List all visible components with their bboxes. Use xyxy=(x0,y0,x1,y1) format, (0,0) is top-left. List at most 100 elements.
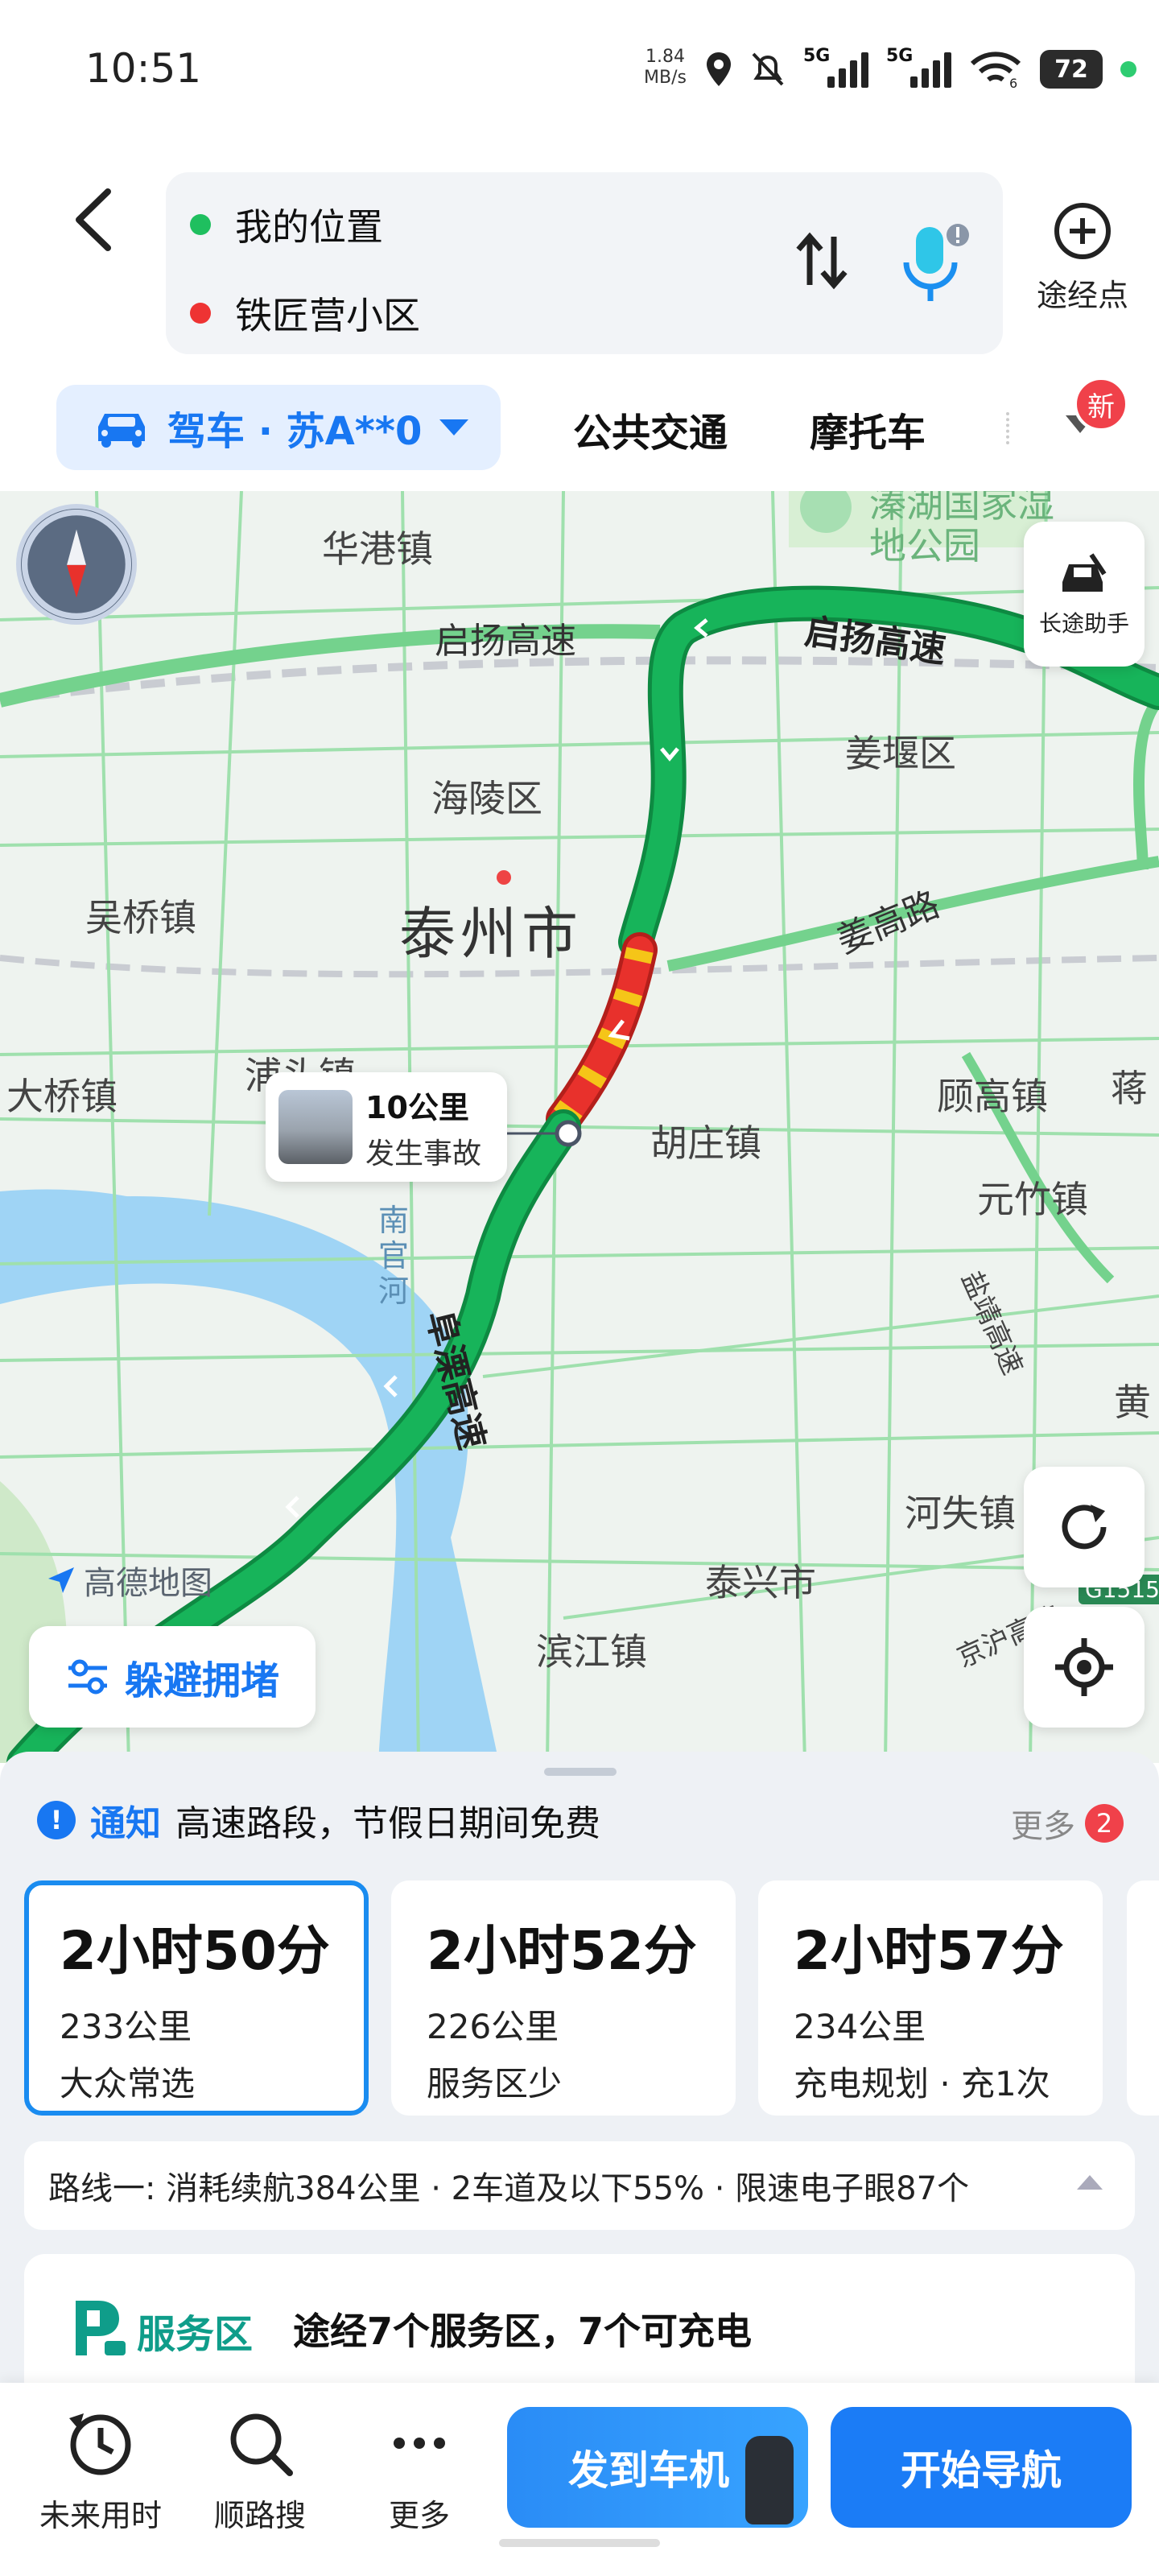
wifi-icon: 6 xyxy=(970,52,1021,88)
send-to-car-label: 发到车机 xyxy=(568,2447,729,2494)
map-label-binjiang: 滨江镇 xyxy=(536,1630,647,1674)
locate-me-button[interactable] xyxy=(1024,1607,1145,1728)
map-label-gugao: 顾高镇 xyxy=(937,1075,1048,1118)
status-icons: 5G 5G 6 72 xyxy=(705,45,1136,93)
locate-icon xyxy=(1055,1638,1113,1696)
compass-icon[interactable] xyxy=(16,504,137,625)
signal-1-icon: 5G xyxy=(803,46,868,88)
more-options-label: 更多 xyxy=(388,2498,450,2533)
route-option-duration: 2小时52分 xyxy=(427,1920,697,1982)
route-option-3[interactable]: 2小时57分 234公里 充电规划 · 充1次 xyxy=(758,1880,1103,2116)
notice-text: 高速路段，节假日期间免费 xyxy=(175,1803,600,1844)
incident-thumbnail xyxy=(278,1090,353,1164)
destination-text: 铁匠营小区 xyxy=(235,294,420,337)
service-area-icon xyxy=(76,2301,126,2355)
avoid-congestion-label: 躲避拥堵 xyxy=(124,1658,279,1703)
send-to-car-button[interactable]: 发到车机 xyxy=(507,2407,808,2528)
refresh-route-button[interactable] xyxy=(1024,1467,1145,1587)
location-icon xyxy=(707,52,731,86)
clock-icon xyxy=(69,2413,131,2475)
map-label-daqiao: 大桥镇 xyxy=(6,1075,118,1118)
origin-text: 我的位置 xyxy=(235,205,383,249)
city-center-poi xyxy=(497,870,511,885)
car-icon xyxy=(98,414,145,448)
sheet-drag-handle[interactable] xyxy=(544,1768,617,1776)
long-trip-assistant-button[interactable]: 长途助手 xyxy=(1024,522,1145,667)
map-label-huagang: 华港镇 xyxy=(322,527,433,571)
future-time-button[interactable]: 未来用时 xyxy=(24,2407,177,2535)
future-time-label: 未来用时 xyxy=(39,2498,162,2533)
map-label-wuqiao: 吴桥镇 xyxy=(85,896,196,939)
map-label-heshi: 河失镇 xyxy=(905,1492,1016,1535)
notice-tag: 通知 xyxy=(90,1803,161,1844)
sim2-label: 5G xyxy=(886,46,914,66)
long-trip-label: 长途助手 xyxy=(1038,610,1129,637)
highway-east-link xyxy=(1133,696,1159,870)
map-label-huang: 黄 xyxy=(1114,1381,1151,1424)
origin-dot-icon xyxy=(190,214,211,235)
amap-arrow-icon xyxy=(48,1567,74,1593)
car-head-unit-icon xyxy=(745,2436,794,2524)
incident-marker[interactable] xyxy=(555,1120,582,1147)
route-option-tag: 大众常选 xyxy=(60,2064,196,2103)
route-option-duration: 2小时57分 xyxy=(794,1920,1064,1982)
map-label-yuanzhu: 元竹镇 xyxy=(977,1178,1088,1221)
privacy-dot xyxy=(1120,61,1136,77)
mute-bell-icon xyxy=(752,52,784,86)
add-waypoint-button[interactable]: 途经点 xyxy=(1022,203,1143,315)
tab-divider xyxy=(1006,412,1011,444)
destination-row[interactable]: 铁匠营小区 xyxy=(190,287,420,340)
origin-row[interactable]: 我的位置 xyxy=(190,198,383,251)
net-speed: 1.84 MB/s xyxy=(644,47,687,89)
route-summary-text: 路线一: 消耗续航384公里 · 2车道及以下55% · 限速电子眼87个 xyxy=(48,2170,970,2207)
more-dots-icon xyxy=(394,2438,445,2449)
amap-logo-text: 高德地图 xyxy=(84,1565,212,1602)
long-trip-icon xyxy=(1062,553,1107,592)
route-option-duration: 2小时50分 xyxy=(60,1920,330,1982)
destination-dot-icon xyxy=(190,303,211,324)
battery-icon: 72 xyxy=(1040,50,1103,89)
notice-bar[interactable]: ! 通知 高速路段，节假日期间免费 更多 2 xyxy=(37,1792,1124,1848)
amap-logo: 高德地图 xyxy=(45,1557,212,1604)
service-area-tag: 服务区 xyxy=(137,2312,254,2357)
incident-callout[interactable]: 10公里 发生事故 xyxy=(266,1072,507,1182)
route-option-tag: 充电规划 · 充1次 xyxy=(794,2064,1050,2103)
route-option-1[interactable]: 2小时50分 233公里 大众常选 xyxy=(24,1880,369,2116)
refresh-icon xyxy=(1062,1505,1107,1550)
route-option-distance: 226公里 xyxy=(427,2007,559,2046)
route-input-box: 我的位置 铁匠营小区 xyxy=(166,172,1003,354)
net-speed-unit: MB/s xyxy=(644,68,687,88)
home-indicator[interactable] xyxy=(499,2539,660,2547)
incident-distance: 10公里 xyxy=(365,1089,469,1125)
route-option-distance: 233公里 xyxy=(60,2007,192,2046)
map-label-taixing: 泰兴市 xyxy=(705,1561,816,1604)
map-label-taizhou: 泰州市 xyxy=(399,901,583,967)
tab-motorcycle[interactable]: 摩托车 xyxy=(810,401,926,457)
notice-count-badge: 2 xyxy=(1085,1804,1124,1843)
start-navigation-button[interactable]: 开始导航 xyxy=(831,2407,1132,2528)
wifi-level: 6 xyxy=(1009,76,1017,88)
status-time: 10:51 xyxy=(85,45,202,92)
sim1-label: 5G xyxy=(803,46,831,66)
tab-drive[interactable]: 驾车 · 苏A**0 xyxy=(56,385,501,470)
notice-more-button[interactable]: 更多 2 xyxy=(1011,1800,1124,1847)
map-label-hailing: 海陵区 xyxy=(431,777,542,820)
map-label-jiangyan: 姜堰区 xyxy=(845,732,956,775)
more-options-button[interactable]: 更多 xyxy=(343,2407,496,2535)
caret-up-icon xyxy=(1077,2175,1103,2190)
tab-drive-label: 驾车 · 苏A**0 xyxy=(167,409,423,454)
route-summary-bar[interactable]: 路线一: 消耗续航384公里 · 2车道及以下55% · 限速电子眼87个 xyxy=(24,2141,1135,2230)
map-label-qiyang-1: 启扬高速 xyxy=(435,621,576,662)
voice-mic-icon[interactable] xyxy=(898,221,971,309)
along-route-search-button[interactable]: 顺路搜 xyxy=(184,2407,336,2535)
back-arrow-icon[interactable] xyxy=(64,184,121,256)
route-option-2[interactable]: 2小时52分 226公里 服务区少 xyxy=(391,1880,736,2116)
net-speed-value: 1.84 xyxy=(645,47,685,67)
service-area-text: 途经7个服务区，7个可充电 xyxy=(293,2310,753,2353)
incident-type: 发生事故 xyxy=(365,1137,482,1170)
status-bar: 10:51 1.84 MB/s 5G 5G 6 72 xyxy=(0,0,1159,145)
tab-public-transit[interactable]: 公共交通 xyxy=(573,401,728,457)
swap-arrows-icon[interactable] xyxy=(794,229,850,293)
avoid-congestion-button[interactable]: 躲避拥堵 xyxy=(29,1626,316,1728)
route-option-4-peek[interactable] xyxy=(1127,1880,1159,2116)
